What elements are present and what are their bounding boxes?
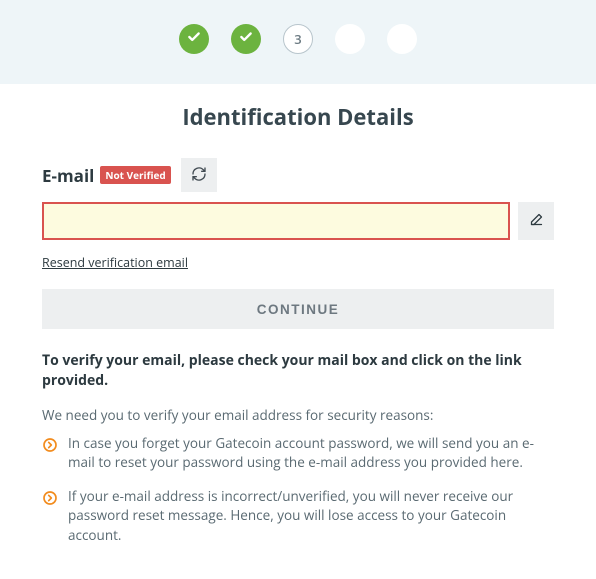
email-field[interactable] (42, 202, 510, 240)
email-input-row (42, 202, 554, 240)
step-1-done (179, 24, 209, 54)
list-item-text: If your e-mail address is incorrect/unve… (68, 487, 554, 546)
continue-button[interactable]: CONTINUE (42, 289, 554, 329)
edit-button[interactable] (518, 202, 554, 240)
list-item-text: In case you forget your Gatecoin account… (68, 434, 554, 473)
chevron-right-icon (42, 436, 58, 452)
page-title: Identification Details (42, 102, 554, 132)
refresh-icon (191, 166, 207, 185)
refresh-button[interactable] (181, 158, 217, 192)
check-icon (239, 30, 253, 48)
info-list: In case you forget your Gatecoin account… (42, 434, 554, 546)
step-5-upcoming (387, 24, 417, 54)
content: Identification Details E-mail Not Verifi… (0, 102, 596, 579)
step-3-current: 3 (283, 24, 313, 54)
list-item: If your e-mail address is incorrect/unve… (42, 487, 554, 546)
check-icon (187, 30, 201, 48)
step-4-upcoming (335, 24, 365, 54)
info-sub: We need you to verify your email address… (42, 406, 554, 424)
stepper: 3 (0, 0, 596, 84)
resend-verification-link[interactable]: Resend verification email (42, 254, 188, 271)
chevron-right-icon (42, 489, 58, 505)
email-label: E-mail (42, 164, 94, 187)
list-item: In case you forget your Gatecoin account… (42, 434, 554, 473)
info-strong: To verify your email, please check your … (42, 351, 554, 392)
step-number: 3 (294, 30, 301, 48)
email-label-row: E-mail Not Verified (42, 158, 554, 192)
step-2-done (231, 24, 261, 54)
status-badge: Not Verified (100, 166, 170, 184)
edit-icon (529, 212, 544, 230)
